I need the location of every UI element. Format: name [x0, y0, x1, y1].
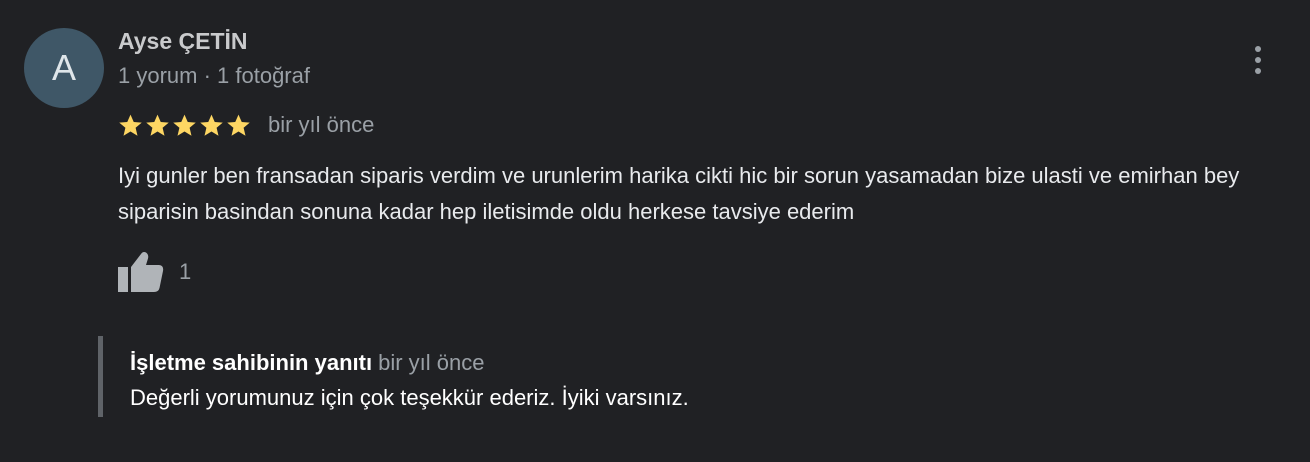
reply-title: İşletme sahibinin yanıtı	[130, 350, 373, 375]
review-card: A Ayse ÇETİN 1 yorum · 1 fotoğraf bir yı…	[0, 0, 1310, 462]
author-name[interactable]: Ayse ÇETİN	[118, 28, 248, 55]
star-icon	[146, 114, 169, 136]
rating-row: bir yıl önce	[118, 110, 374, 140]
star-icon	[200, 114, 223, 136]
star-icon	[227, 114, 250, 136]
like-count: 1	[179, 259, 192, 284]
owner-reply: İşletme sahibinin yanıtı bir yıl önce Değ…	[98, 336, 689, 417]
more-vert-icon-dot	[1255, 68, 1261, 74]
thumb-up-icon	[118, 252, 164, 292]
reply-header: İşletme sahibinin yanıtı bir yıl önce	[130, 350, 689, 376]
reply-text: Değerli yorumunuz için çok teşekkür eder…	[130, 385, 689, 410]
review-text: Iyi gunler ben fransadan siparis verdim …	[118, 163, 1240, 224]
avatar[interactable]: A	[24, 28, 104, 108]
more-vert-icon	[1255, 46, 1261, 52]
reply-time: bir yıl önce	[378, 350, 485, 375]
more-vert-icon-dot	[1255, 57, 1261, 63]
more-options-button[interactable]	[1240, 40, 1276, 80]
author-meta[interactable]: 1 yorum · 1 fotoğraf	[118, 63, 310, 89]
review-time: bir yıl önce	[268, 112, 375, 137]
star-icon	[119, 114, 142, 136]
star-rating	[118, 113, 251, 138]
like-button[interactable]: 1	[118, 250, 191, 294]
star-icon	[173, 114, 196, 136]
avatar-initial: A	[51, 47, 76, 88]
